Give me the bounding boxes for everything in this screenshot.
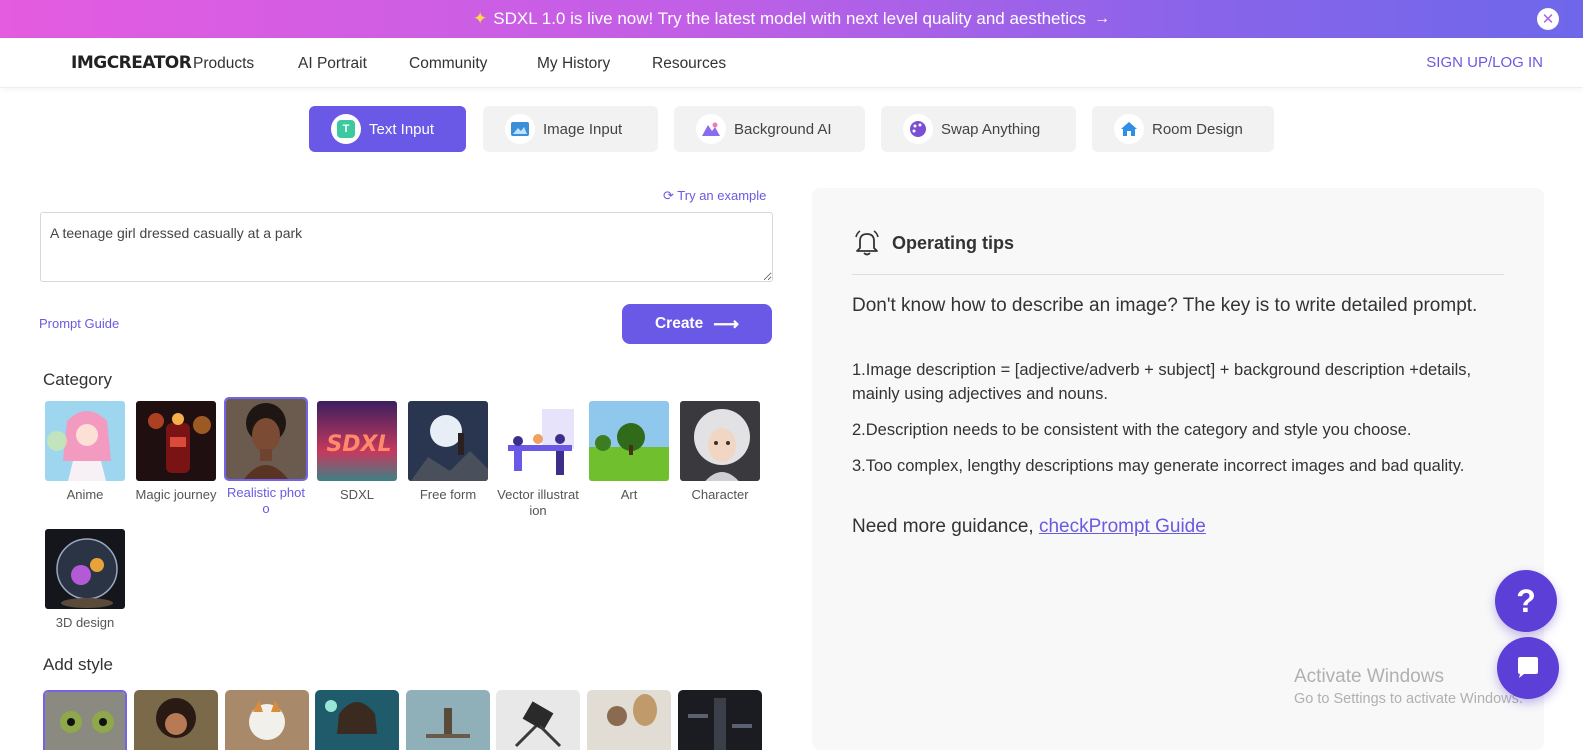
category-free-form[interactable]: Free form (406, 399, 490, 503)
category-title: Category (43, 370, 112, 389)
category-art[interactable]: Art (587, 399, 671, 503)
tab-background-ai[interactable]: Background AI (674, 106, 865, 152)
sparkle-icon: ✦ (472, 9, 488, 28)
style-option[interactable] (134, 690, 218, 750)
tab-label: Swap Anything (941, 120, 1041, 138)
promo-banner-text[interactable]: SDXL 1.0 is live now! Try the latest mod… (493, 9, 1086, 29)
category-label: Free form (419, 487, 477, 502)
tips-header: Operating tips (852, 228, 1014, 258)
nav-community[interactable]: Community (409, 55, 487, 73)
check-prompt-guide-link[interactable]: checkPrompt Guide (1039, 516, 1206, 537)
arrow-right-icon[interactable]: → (1094, 10, 1110, 28)
category-label: SDXL (340, 487, 374, 502)
category-label: Realistic photo (226, 485, 306, 516)
promo-banner[interactable]: ✦ SDXL 1.0 is live now! Try the latest m… (0, 0, 1583, 38)
chat-button[interactable] (1497, 637, 1559, 699)
more-guidance-text: Need more guidance, (852, 516, 1039, 537)
question-icon: ? (1516, 582, 1536, 619)
activate-windows-title: Activate Windows (1294, 666, 1444, 687)
category-thumbnail (406, 399, 490, 483)
sdxl-thumbnail-text: SDXL (326, 432, 391, 457)
background-icon (696, 114, 726, 144)
tab-image-input[interactable]: Image Input (483, 106, 658, 152)
arrow-right-icon: ⟶ (713, 313, 740, 334)
category-vector-illustration[interactable]: Vector illustration (496, 399, 580, 519)
divider (852, 274, 1504, 275)
category-label: Vector illustration (497, 487, 579, 518)
nav-ai-portrait[interactable]: AI Portrait (298, 55, 367, 73)
category-thumbnail: SDXL (315, 399, 399, 483)
category-label: 3D design (55, 615, 115, 630)
tips-title: Operating tips (892, 232, 1015, 253)
tab-text-input[interactable]: T Text Input (309, 106, 466, 152)
tip-item-2: 2.Description needs to be consistent wit… (852, 421, 1412, 439)
tab-label: Text Input (369, 120, 435, 138)
category-anime[interactable]: Anime (43, 399, 127, 503)
tab-swap-anything[interactable]: Swap Anything (881, 106, 1076, 152)
style-option[interactable] (315, 690, 399, 750)
tab-label: Background AI (734, 120, 832, 138)
style-option[interactable] (587, 690, 671, 750)
create-button[interactable]: Create ⟶ (622, 304, 772, 344)
style-option[interactable] (678, 690, 762, 750)
category-thumbnail (224, 397, 308, 481)
bell-icon (855, 230, 879, 256)
style-option[interactable] (43, 690, 127, 750)
house-icon (1114, 114, 1144, 144)
add-style-title: Add style (43, 655, 113, 674)
help-button[interactable]: ? (1495, 570, 1557, 632)
try-example-label: Try an example (677, 188, 767, 203)
try-example-link[interactable]: ⟳ Try an example (663, 188, 766, 204)
tip-item-3: 3.Too complex, lengthy descriptions may … (852, 457, 1465, 475)
category-magic-journey[interactable]: Magic journey (134, 399, 218, 503)
category-thumbnail (43, 527, 127, 611)
logo[interactable]: IMGCREATOR (71, 53, 192, 73)
tab-label: Room Design (1152, 120, 1243, 138)
nav-products[interactable]: Products (193, 55, 254, 73)
category-3d-design[interactable]: 3D design (43, 527, 127, 631)
style-option[interactable] (225, 690, 309, 750)
palette-icon (903, 114, 933, 144)
image-icon (505, 114, 535, 144)
category-label: Art (620, 487, 638, 502)
category-character[interactable]: Character (678, 399, 762, 503)
text-icon: T (331, 114, 361, 144)
category-thumbnail (496, 399, 580, 483)
top-navigation: IMGCREATOR Products AI Portrait Communit… (0, 38, 1583, 88)
style-option[interactable] (496, 690, 580, 750)
prompt-guide-link[interactable]: Prompt Guide (39, 316, 119, 331)
sign-up-login-link[interactable]: SIGN UP/LOG IN (1426, 54, 1543, 71)
tip-item-1: 1.Image description = [adjective/adverb … (852, 361, 1472, 403)
category-thumbnail (678, 399, 762, 483)
nav-resources[interactable]: Resources (652, 55, 726, 73)
category-thumbnail (587, 399, 671, 483)
chat-icon (1518, 657, 1538, 678)
category-sdxl[interactable]: SDXL SDXL (315, 399, 399, 503)
category-label: Magic journey (135, 487, 217, 502)
close-banner-icon[interactable]: ✕ (1537, 8, 1559, 30)
tips-lead: Don't know how to describe an image? The… (852, 295, 1478, 316)
tab-room-design[interactable]: Room Design (1092, 106, 1274, 152)
category-thumbnail (43, 399, 127, 483)
nav-my-history[interactable]: My History (537, 55, 610, 73)
tab-label: Image Input (543, 120, 623, 138)
refresh-icon: ⟳ (663, 188, 674, 203)
create-label: Create (654, 315, 704, 332)
tips-more-guidance: Need more guidance, checkPrompt Guide (852, 516, 1206, 538)
style-option[interactable] (406, 690, 490, 750)
prompt-input[interactable]: A teenage girl dressed casually at a par… (40, 212, 773, 282)
category-label: Character (691, 487, 749, 502)
category-label: Anime (66, 487, 104, 502)
category-thumbnail (134, 399, 218, 483)
activate-windows-subtitle: Go to Settings to activate Windows. (1294, 691, 1523, 707)
category-realistic-photo[interactable]: Realistic photo (224, 397, 308, 517)
